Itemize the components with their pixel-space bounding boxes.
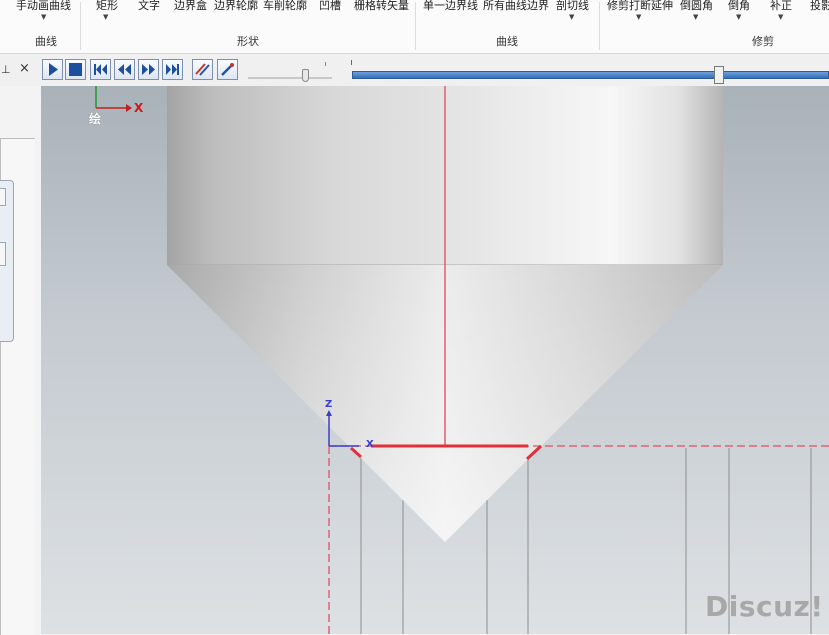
top-axis-x-label: X [134,101,144,115]
ribbon-label: 文字 [138,0,160,12]
simulation-toolbar: ⊥ × [0,54,829,86]
view-label: 绘 [89,112,102,126]
text-button[interactable]: 文字 [138,0,160,13]
viewport-canvas [95,86,829,634]
panel-close-icon[interactable]: × [19,61,30,76]
ribbon-label: 手动画曲线 [16,0,71,12]
speed-slider-track[interactable] [248,77,332,79]
raster-to-vector-button[interactable]: 栅格转矢量 [354,0,409,13]
progress-thumb[interactable] [714,66,724,84]
slider-tick [325,62,326,66]
panel-dialog-button[interactable] [0,188,6,206]
groove-button[interactable]: 凹槽 [319,0,341,13]
ribbon-label: 边界盒 [174,0,207,12]
group-label-shapes: 形状 [237,35,259,48]
rectangle-button[interactable]: 矩形 [96,0,118,13]
ribbon-label: 修剪打断延伸 [607,0,673,12]
project-button[interactable]: 投影 [810,0,829,13]
chevron-down-icon[interactable]: ▼ [41,13,46,21]
ribbon-label: 车削轮廓 [263,0,307,12]
group-label-trim: 修剪 [752,35,774,48]
ribbon-label: 补正 [770,0,792,12]
step-back-icon[interactable] [114,59,135,80]
group-label-curves: 曲线 [496,35,518,48]
wcs-z-label: Z [325,399,333,410]
all-curve-edges-button[interactable]: 所有曲线边界 [483,0,549,13]
trace-icon[interactable] [192,59,213,80]
ribbon-label: 所有曲线边界 [483,0,549,12]
ribbon-label: 矩形 [96,0,118,12]
ribbon-label: 剖切线 [556,0,589,12]
group-label-curves-left: 曲线 [35,35,57,48]
chevron-down-icon[interactable]: ▼ [103,13,108,21]
panel-dialog-button[interactable] [0,242,6,266]
section-line-button[interactable]: 剖切线 [556,0,589,13]
step-forward-icon[interactable] [138,59,159,80]
chevron-down-icon[interactable]: ▼ [636,13,641,21]
ribbon-label: 投影 [810,0,829,12]
boundary-profile-button[interactable]: 边界轮廓 [214,0,258,13]
wcs-x-label: X [366,439,374,450]
tool-icon[interactable] [217,59,238,80]
turn-profile-button[interactable]: 车削轮廓 [263,0,307,13]
bounding-box-button[interactable]: 边界盒 [174,0,207,13]
progress-tick [351,60,352,65]
ribbon-divider [80,2,81,50]
panel-pin-icon[interactable]: ⊥ [1,63,11,76]
trim-break-extend-button[interactable]: 修剪打断延伸 [607,0,673,13]
ribbon-label: 凹槽 [319,0,341,12]
ribbon-label: 倒角 [728,0,750,12]
chevron-down-icon[interactable]: ▼ [778,13,783,21]
ribbon-divider [599,2,600,50]
chevron-down-icon[interactable]: ▼ [569,13,574,21]
single-edge-curve-button[interactable]: 单一边界线 [423,0,478,13]
hand-draw-curve-button[interactable]: 手动画曲线 [16,0,71,13]
graphics-viewport[interactable]: X 绘 Z X [41,86,829,634]
left-panel [0,86,41,635]
stop-icon[interactable] [65,59,86,80]
fillet-button[interactable]: 倒圆角 [680,0,713,13]
offset-button[interactable]: 补正 [770,0,792,13]
skip-first-icon[interactable] [90,59,111,80]
ribbon-label: 边界轮廓 [214,0,258,12]
watermark: Discuz! [705,590,824,623]
play-icon[interactable] [42,59,63,80]
chamfer-button[interactable]: 倒角 [728,0,750,13]
chevron-down-icon[interactable]: ▼ [693,13,698,21]
skip-last-icon[interactable] [162,59,183,80]
speed-slider-thumb[interactable] [302,69,309,82]
chevron-down-icon[interactable]: ▼ [736,13,741,21]
ribbon-label: 倒圆角 [680,0,713,12]
simulation-progress-bar[interactable] [352,71,829,79]
ribbon-label: 栅格转矢量 [354,0,409,12]
ribbon-label: 单一边界线 [423,0,478,12]
ribbon-divider [415,2,416,50]
ribbon: 手动画曲线 ▼ 矩形 ▼ 文字 边界盒 边界轮廓 车削轮廓 凹槽 栅格转矢量 单… [0,0,829,54]
view-axis-indicator [95,86,132,112]
